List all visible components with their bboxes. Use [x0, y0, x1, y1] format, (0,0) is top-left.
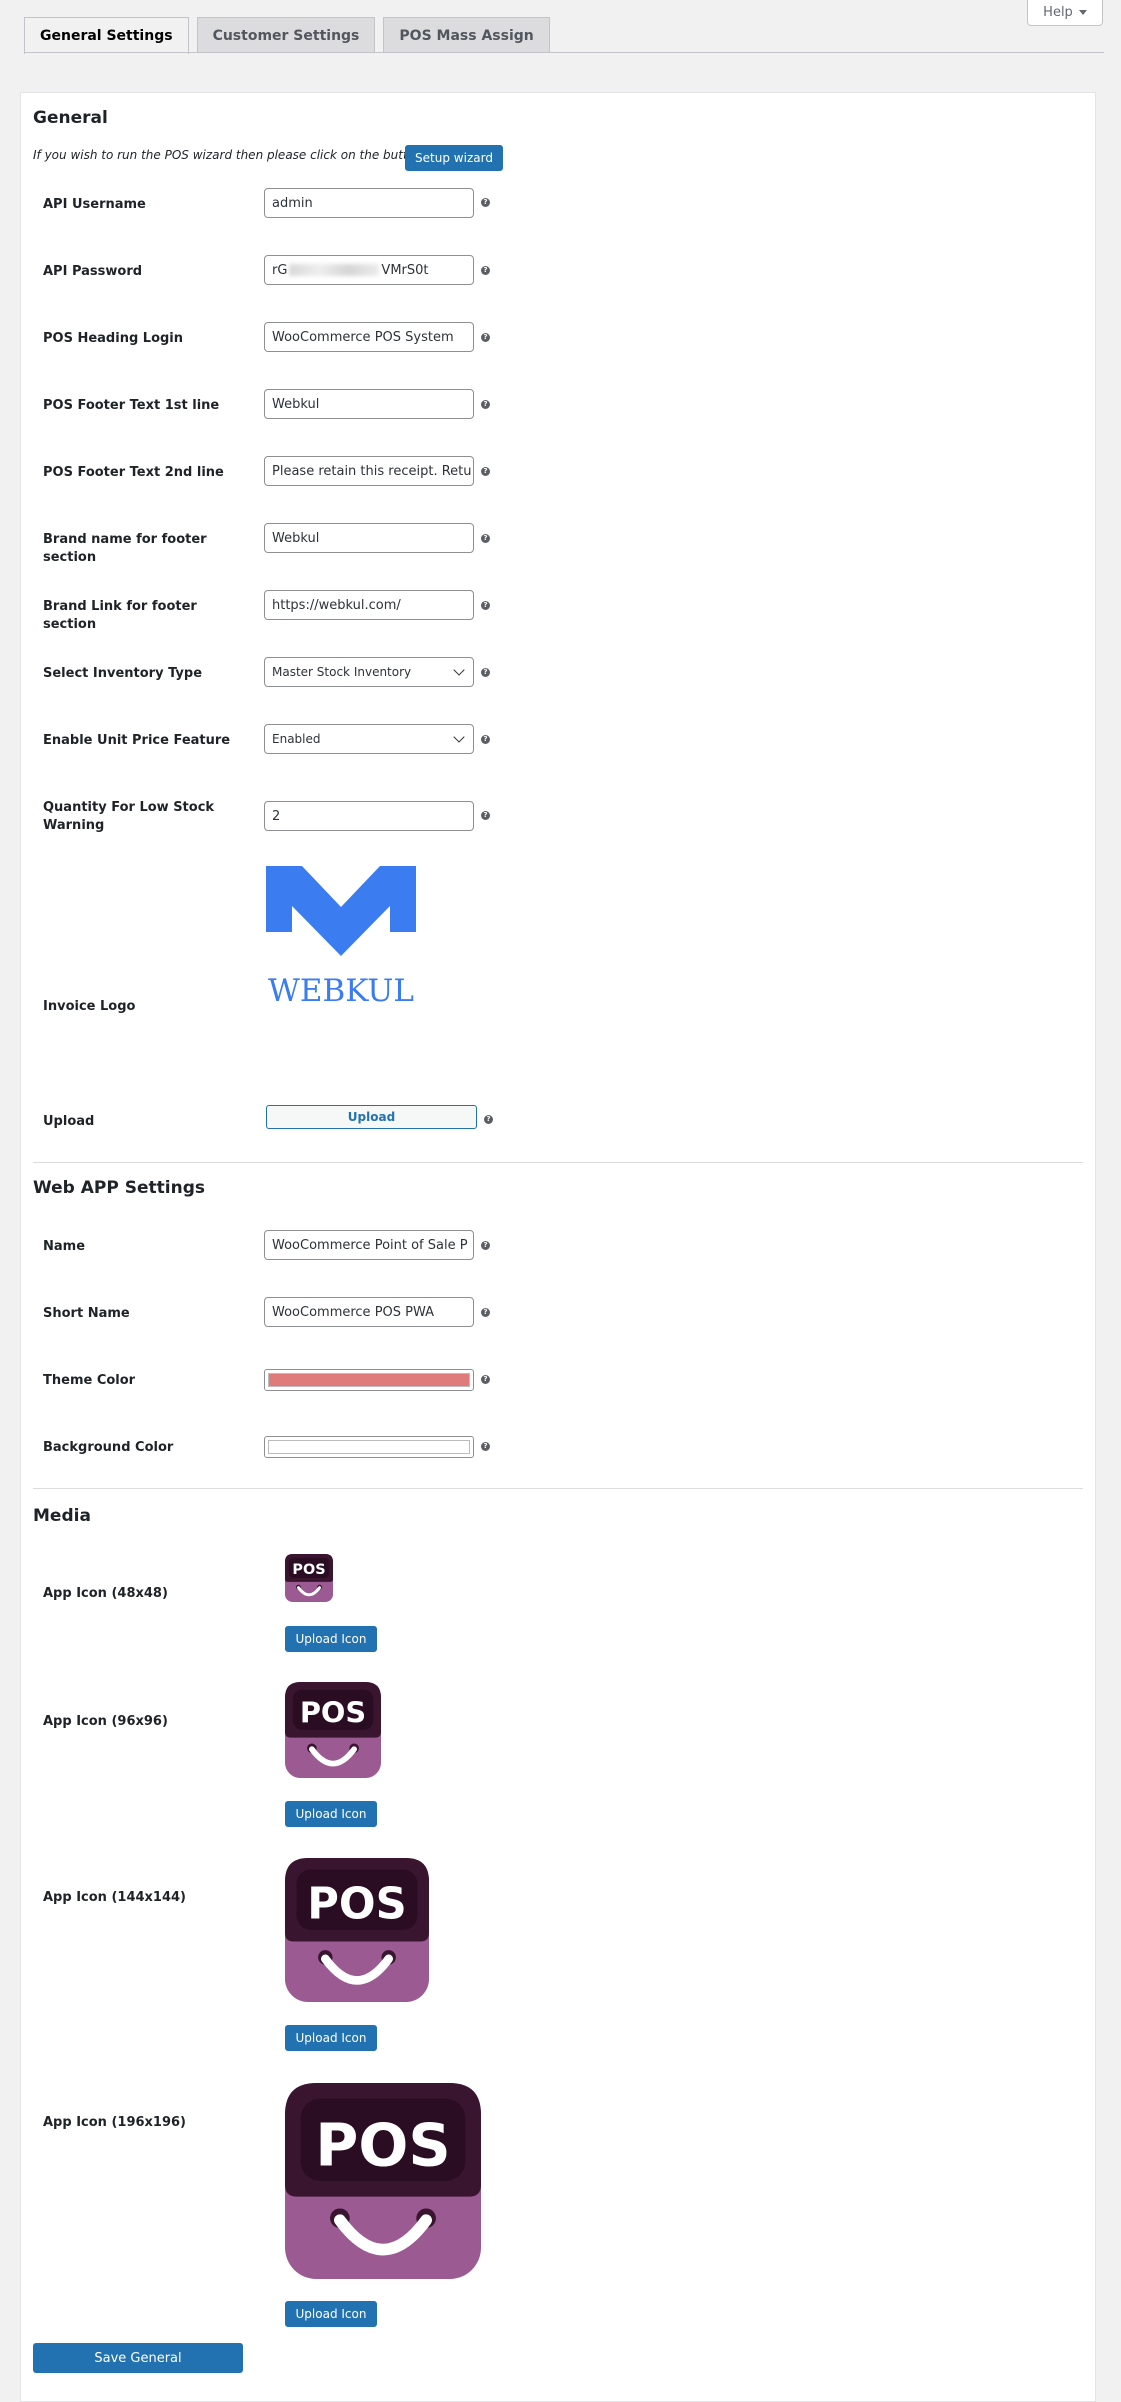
- label-brand-link: Brand Link for footer section: [43, 599, 197, 632]
- theme-color-swatch: [268, 1373, 470, 1387]
- app-icon-196-image: POS: [285, 2083, 481, 2279]
- upload-icon-48-button[interactable]: Upload Icon: [285, 1626, 377, 1652]
- help-tip-icon: ?: [481, 198, 490, 207]
- tab-general-settings[interactable]: General Settings: [24, 17, 189, 54]
- help-tip-icon: ?: [481, 668, 490, 677]
- tab-pos-mass-assign[interactable]: POS Mass Assign: [383, 17, 550, 53]
- short-name-input[interactable]: WooCommerce POS PWA: [264, 1297, 474, 1327]
- password-visible-start: rG: [272, 262, 288, 278]
- footer-line-1-input[interactable]: Webkul: [264, 389, 474, 419]
- label-footer-line-2: POS Footer Text 2nd line: [43, 465, 224, 480]
- pos-icon-text: POS: [292, 1562, 325, 1578]
- save-general-button[interactable]: Save General: [33, 2343, 243, 2373]
- label-app-icon-96: App Icon (96x96): [43, 1714, 168, 1729]
- help-label: Help: [1043, 5, 1073, 20]
- section-divider: [33, 1162, 1083, 1163]
- label-short-name: Short Name: [43, 1306, 130, 1321]
- tab-customer-settings[interactable]: Customer Settings: [196, 17, 376, 53]
- brand-name-input[interactable]: Webkul: [264, 523, 474, 553]
- help-tab[interactable]: Help: [1027, 0, 1103, 26]
- app-icon-48-image: POS: [285, 1554, 333, 1602]
- password-blur: [289, 264, 380, 276]
- label-invoice-logo: Invoice Logo: [43, 999, 136, 1014]
- label-background-color: Background Color: [43, 1440, 174, 1455]
- background-color-picker[interactable]: [264, 1436, 474, 1458]
- pos-icon-text: POS: [300, 1695, 366, 1729]
- app-icon-144-image: POS: [285, 1858, 429, 2002]
- unit-price-select[interactable]: Enabled: [264, 724, 474, 754]
- help-tip-icon: ?: [481, 1241, 490, 1250]
- help-tip-icon: ?: [481, 333, 490, 342]
- label-app-name: Name: [43, 1239, 86, 1254]
- webkul-logo: WEBKUL: [266, 866, 416, 1006]
- help-tip-icon: ?: [481, 811, 490, 820]
- app-name-input[interactable]: WooCommerce Point of Sale P: [264, 1230, 474, 1260]
- label-inventory-type: Select Inventory Type: [43, 666, 203, 681]
- section-title-media: Media: [33, 1506, 91, 1526]
- help-tip-icon: ?: [481, 1442, 490, 1451]
- inventory-type-select[interactable]: Master Stock Inventory: [264, 657, 474, 687]
- upload-icon-144-button[interactable]: Upload Icon: [285, 2025, 377, 2051]
- help-tip-icon: ?: [481, 266, 490, 275]
- app-icon-96-image: POS: [285, 1682, 381, 1778]
- theme-color-picker[interactable]: [264, 1369, 474, 1391]
- chevron-down-icon: [453, 664, 465, 676]
- upload-icon-196-button[interactable]: Upload Icon: [285, 2301, 377, 2327]
- label-footer-line-1: POS Footer Text 1st line: [43, 398, 220, 413]
- help-tip-icon: ?: [481, 1308, 490, 1317]
- section-divider: [33, 1488, 1083, 1489]
- label-brand-name: Brand name for footer section: [43, 532, 207, 565]
- background-color-swatch: [268, 1440, 470, 1454]
- label-api-username: API Username: [43, 197, 146, 212]
- pos-icon-text: POS: [307, 1879, 406, 1929]
- pos-heading-login-input[interactable]: WooCommerce POS System: [264, 322, 474, 352]
- label-pos-heading-login: POS Heading Login: [43, 331, 184, 346]
- low-stock-input[interactable]: 2: [264, 801, 474, 831]
- label-app-icon-48: App Icon (48x48): [43, 1586, 168, 1601]
- caret-down-icon: [1078, 10, 1087, 15]
- help-tip-icon: ?: [481, 467, 490, 476]
- setup-wizard-button[interactable]: Setup wizard: [405, 145, 503, 171]
- api-password-input[interactable]: rG VMrS0t: [264, 255, 474, 285]
- chevron-down-icon: [453, 731, 465, 743]
- label-app-icon-144: App Icon (144x144): [43, 1890, 186, 1905]
- help-tip-icon: ?: [481, 601, 490, 610]
- upload-logo-button[interactable]: Upload: [266, 1105, 477, 1129]
- logo-text: WEBKUL: [268, 973, 414, 1006]
- help-tip-icon: ?: [481, 534, 490, 543]
- label-theme-color: Theme Color: [43, 1373, 136, 1388]
- brand-link-input[interactable]: https://webkul.com/: [264, 590, 474, 620]
- upload-icon-96-button[interactable]: Upload Icon: [285, 1801, 377, 1827]
- label-app-icon-196: App Icon (196x196): [43, 2115, 186, 2130]
- settings-tabs: General Settings Customer Settings POS M…: [24, 17, 550, 54]
- label-upload: Upload: [43, 1114, 95, 1129]
- tabs-divider: [24, 52, 1104, 53]
- label-unit-price: Enable Unit Price Feature: [43, 733, 231, 748]
- label-low-stock: Quantity For Low Stock Warning: [43, 800, 215, 833]
- inventory-type-value: Master Stock Inventory: [272, 665, 412, 679]
- section-title-general: General: [33, 108, 108, 128]
- section-title-webapp: Web APP Settings: [33, 1178, 206, 1198]
- help-tip-icon: ?: [481, 400, 490, 409]
- password-visible-end: VMrS0t: [381, 262, 429, 278]
- unit-price-value: Enabled: [272, 732, 321, 746]
- wizard-hint: If you wish to run the POS wizard then p…: [33, 148, 423, 162]
- footer-line-2-input[interactable]: Please retain this receipt. Retu: [264, 456, 474, 486]
- pos-icon-text: POS: [315, 2110, 450, 2179]
- help-tip-icon: ?: [481, 735, 490, 744]
- label-api-password: API Password: [43, 264, 143, 279]
- api-username-input[interactable]: admin: [264, 188, 474, 218]
- help-tip-icon: ?: [484, 1115, 493, 1124]
- help-tip-icon: ?: [481, 1375, 490, 1384]
